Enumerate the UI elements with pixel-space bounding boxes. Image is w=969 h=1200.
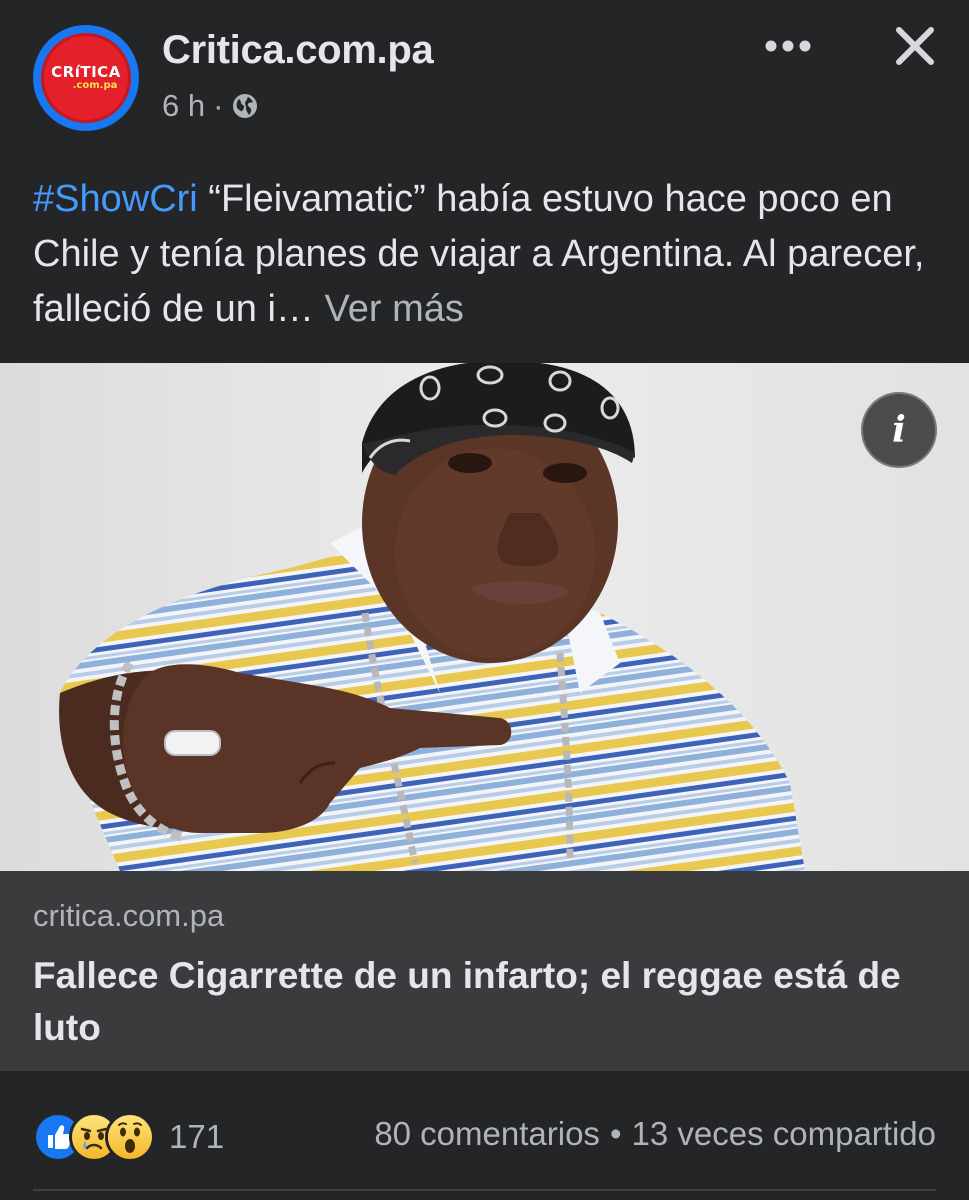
wow-icon: [105, 1112, 155, 1162]
more-options-icon[interactable]: [762, 32, 814, 60]
shares-count-link[interactable]: 13 veces compartido: [632, 1115, 937, 1152]
logo-text: CRíTICA: [51, 63, 121, 81]
meta-separator: ·: [213, 88, 224, 123]
post-footer: 171 80 comentarios • 13 veces compartido: [0, 1071, 969, 1200]
page-avatar[interactable]: CRíTICA .com.pa: [33, 25, 139, 131]
page-logo: CRíTICA .com.pa: [41, 33, 131, 123]
photo-illustration: [0, 363, 969, 871]
hashtag-link[interactable]: #ShowCri: [33, 178, 198, 220]
info-button[interactable]: i: [861, 392, 937, 468]
page-name-link[interactable]: Critica.com.pa: [162, 28, 434, 73]
post-text: #ShowCri “Fleivamatic” había estuvo hace…: [33, 172, 933, 337]
link-preview-card[interactable]: critica.com.pa Fallece Cigarrette de un …: [0, 871, 969, 1071]
link-title[interactable]: Fallece Cigarrette de un infarto; el reg…: [33, 950, 933, 1054]
logo-sub-text: .com.pa: [72, 80, 118, 91]
post-time[interactable]: 6 h: [162, 88, 205, 124]
see-more-link[interactable]: Ver más: [325, 288, 464, 330]
reactions-summary[interactable]: 171: [33, 1112, 224, 1162]
post-meta: 6 h ·: [162, 88, 259, 124]
post-header: CRíTICA .com.pa Critica.com.pa 6 h ·: [0, 0, 969, 150]
link-domain: critica.com.pa: [33, 898, 225, 933]
footer-divider: [33, 1189, 936, 1191]
info-icon: i: [892, 409, 906, 451]
engagement-stats: 80 comentarios • 13 veces compartido: [374, 1115, 936, 1153]
post-photo[interactable]: [0, 363, 969, 871]
stats-separator: •: [609, 1115, 622, 1152]
comments-count-link[interactable]: 80 comentarios: [374, 1115, 600, 1152]
close-icon[interactable]: [891, 22, 939, 70]
globe-icon[interactable]: [231, 92, 259, 120]
reaction-count[interactable]: 171: [169, 1118, 224, 1156]
